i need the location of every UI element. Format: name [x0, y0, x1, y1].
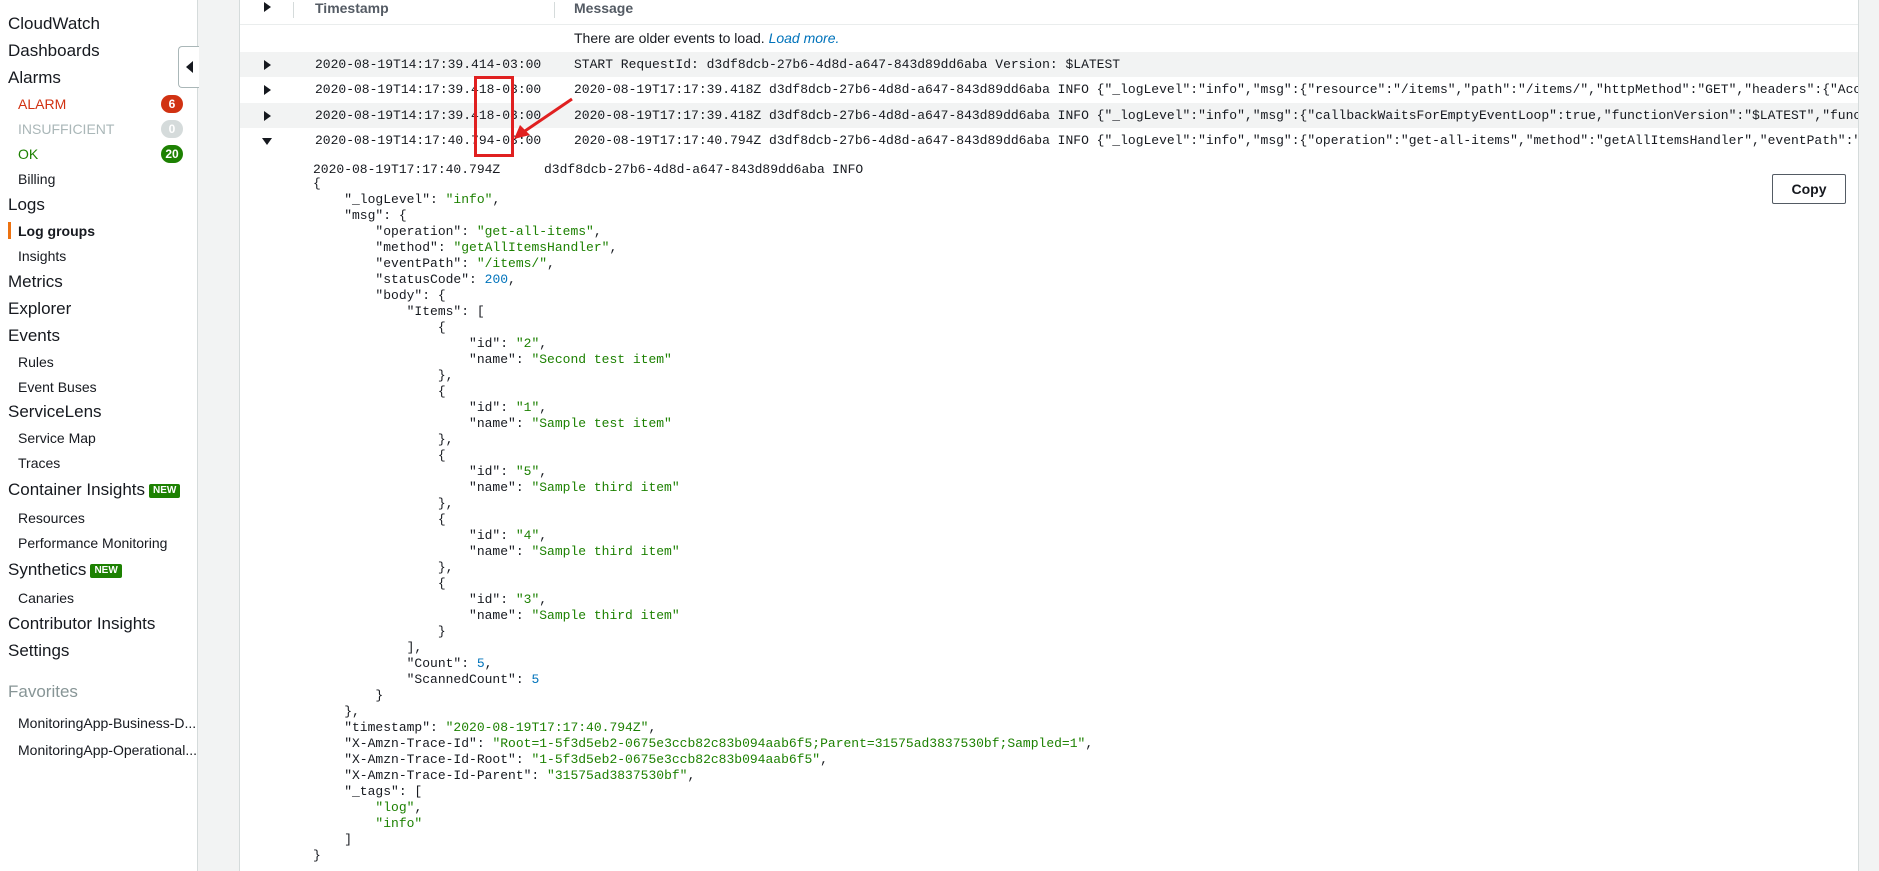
nav-explorer[interactable]: Explorer — [8, 299, 71, 319]
active-indicator — [8, 222, 11, 239]
nav-synthetics[interactable]: Synthetics NEW — [8, 560, 122, 580]
ok-count-badge: 20 — [161, 145, 183, 163]
nav-resources[interactable]: Resources — [18, 509, 85, 527]
older-events-text: There are older events to load. — [574, 30, 765, 46]
nav-servicelens[interactable]: ServiceLens — [8, 402, 102, 422]
detail-timestamp: 2020-08-19T17:17:40.794Z — [313, 162, 501, 177]
sidebar: CloudWatch Dashboards Alarms ALARM 6 INS… — [0, 0, 198, 871]
event-message: 2020-08-19T17:17:40.794Z d3df8dcb-27b6-4… — [574, 133, 1859, 148]
nav-container-insights[interactable]: Container Insights NEW — [8, 480, 181, 500]
nav-billing[interactable]: Billing — [18, 170, 55, 188]
nav-metrics[interactable]: Metrics — [8, 272, 63, 292]
detail-request-id: d3df8dcb-27b6-4d8d-a647-843d89dd6aba — [544, 162, 825, 177]
alarm-count-badge: 6 — [161, 95, 183, 113]
expand-all-icon[interactable] — [264, 2, 271, 12]
nav-rules[interactable]: Rules — [18, 353, 54, 371]
nav-performance-monitoring[interactable]: Performance Monitoring — [18, 534, 167, 552]
copy-button[interactable]: Copy — [1772, 174, 1846, 204]
nav-logs[interactable]: Logs — [8, 195, 45, 215]
older-events-notice: There are older events to load. Load mor… — [574, 30, 839, 46]
column-header-message[interactable]: Message — [574, 0, 633, 16]
favorite-item[interactable]: MonitoringApp-Operational... — [18, 741, 197, 759]
nav-log-groups[interactable]: Log groups — [18, 222, 95, 240]
expand-row-icon[interactable] — [264, 60, 271, 70]
nav-traces[interactable]: Traces — [18, 454, 60, 472]
table-header: Timestamp Message — [240, 0, 1858, 25]
caret-left-icon — [185, 61, 193, 73]
event-message: 2020-08-19T17:17:39.418Z d3df8dcb-27b6-4… — [574, 82, 1859, 97]
collapse-row-icon[interactable] — [262, 138, 272, 145]
nav-events[interactable]: Events — [8, 326, 60, 346]
nav-alarm-state-ok[interactable]: OK — [18, 145, 38, 163]
load-more-link[interactable]: Load more. — [769, 30, 840, 46]
nav-event-buses[interactable]: Event Buses — [18, 378, 97, 396]
nav-cloudwatch[interactable]: CloudWatch — [8, 14, 100, 34]
column-header-timestamp[interactable]: Timestamp — [315, 0, 389, 16]
column-divider — [293, 2, 294, 18]
annotation-arrow-icon — [514, 97, 573, 139]
column-divider — [554, 2, 555, 18]
nav-settings[interactable]: Settings — [8, 641, 69, 661]
highlight-box — [474, 76, 514, 157]
log-json-body: { "_logLevel": "info", "msg": { "operati… — [313, 176, 1094, 863]
favorites-heading: Favorites — [8, 682, 78, 701]
nav-insights[interactable]: Insights — [18, 247, 66, 265]
nav-canaries[interactable]: Canaries — [18, 589, 74, 607]
nav-alarm-state-insufficient[interactable]: INSUFFICIENT — [18, 120, 114, 138]
log-event-row[interactable]: 2020-08-19T14:17:39.414-03:00 START Requ… — [240, 52, 1858, 77]
expand-row-icon[interactable] — [264, 85, 271, 95]
event-message: 2020-08-19T17:17:39.418Z d3df8dcb-27b6-4… — [574, 108, 1859, 123]
event-message: START RequestId: d3df8dcb-27b6-4d8d-a647… — [574, 57, 1121, 72]
collapse-sidebar-button[interactable] — [178, 46, 199, 88]
nav-container-insights-label: Container Insights — [8, 480, 146, 499]
nav-service-map[interactable]: Service Map — [18, 429, 96, 447]
detail-level: INFO — [832, 162, 864, 177]
nav-dashboards[interactable]: Dashboards — [8, 41, 100, 61]
nav-contributor-insights[interactable]: Contributor Insights — [8, 614, 155, 634]
insufficient-count-badge: 0 — [161, 120, 183, 138]
favorite-item[interactable]: MonitoringApp-Business-D... — [18, 714, 196, 732]
nav-alarms[interactable]: Alarms — [8, 68, 61, 88]
expand-row-icon[interactable] — [264, 111, 271, 121]
event-timestamp: 2020-08-19T14:17:39.414-03:00 — [315, 57, 542, 72]
new-badge: NEW — [90, 564, 122, 578]
new-badge: NEW — [149, 484, 181, 498]
log-events-panel: Timestamp Message There are older events… — [239, 0, 1859, 871]
nav-alarm-state-alarm[interactable]: ALARM — [18, 95, 66, 113]
nav-synthetics-label: Synthetics — [8, 560, 87, 579]
